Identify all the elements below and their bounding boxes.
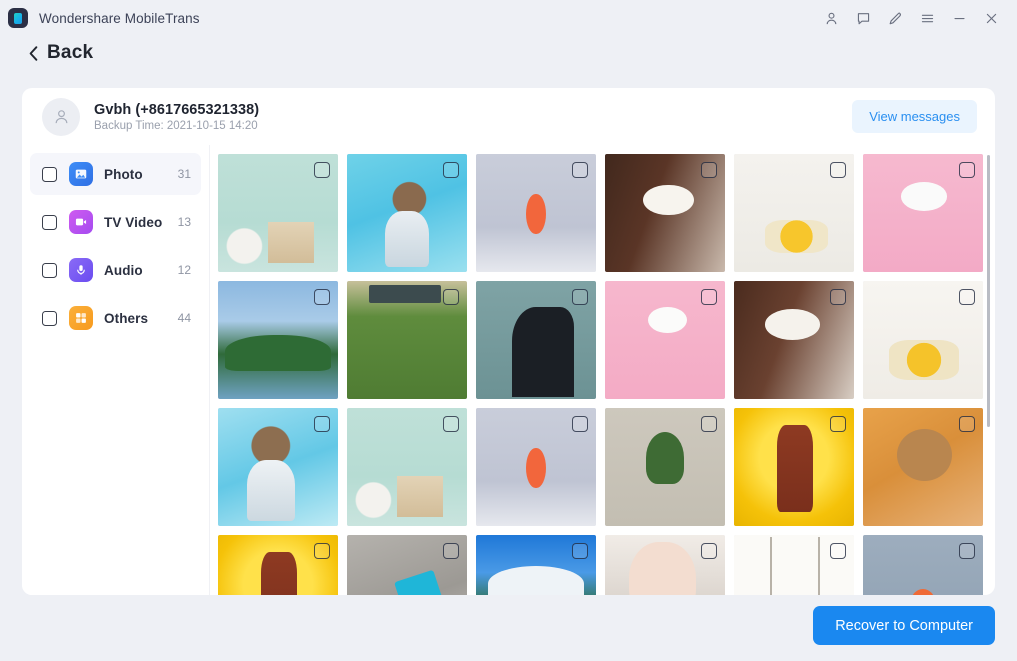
feedback-icon[interactable] [847,3,879,33]
photo-tile[interactable] [863,535,983,595]
photo-tile-checkbox[interactable] [959,162,975,178]
app-window: Wondershare MobileTrans Back Gvbh (+8617… [0,0,1017,661]
sidebar-count-others: 44 [177,311,191,325]
person-icon [55,110,67,124]
photo-tile-checkbox[interactable] [443,162,459,178]
photo-tile-checkbox[interactable] [314,289,330,305]
photo-tile-checkbox[interactable] [443,543,459,559]
recover-to-computer-button[interactable]: Recover to Computer [813,606,995,645]
title-bar-actions [815,3,1007,33]
photo-tile[interactable] [476,535,596,595]
photo-tile[interactable] [476,154,596,272]
sidebar-count-audio: 12 [177,263,191,277]
wondershare-logo-icon [8,8,28,28]
footer-bar: Recover to Computer [0,595,1017,661]
sidebar-checkbox-others[interactable] [42,310,57,326]
photo-tile[interactable] [347,535,467,595]
photo-tile-checkbox[interactable] [959,543,975,559]
content-card: Gvbh (+8617665321338) Backup Time: 2021-… [22,88,995,595]
photo-tile[interactable] [734,535,854,595]
photo-grid-scroll-area[interactable] [210,145,995,595]
photo-tile[interactable] [734,154,854,272]
photo-tile[interactable] [734,281,854,399]
photo-tile[interactable] [863,281,983,399]
contact-header: Gvbh (+8617665321338) Backup Time: 2021-… [22,88,995,145]
photo-tile-checkbox[interactable] [314,543,330,559]
sidebar-item-photo[interactable]: Photo 31 [30,153,201,195]
photo-tile[interactable] [347,281,467,399]
photo-tile[interactable] [863,408,983,526]
photo-tile[interactable] [734,408,854,526]
others-icon [69,306,93,330]
sidebar-checkbox-audio[interactable] [42,262,57,278]
photo-tile-checkbox[interactable] [701,289,717,305]
photo-tile-checkbox[interactable] [572,162,588,178]
minimize-icon[interactable] [943,3,975,33]
photo-tile-checkbox[interactable] [572,289,588,305]
category-sidebar: Photo 31 TV Video 13 Audio 12 Others 44 [22,145,210,595]
sidebar-item-tv-video[interactable]: TV Video 13 [30,201,201,243]
card-body: Photo 31 TV Video 13 Audio 12 Others 44 [22,145,995,595]
sidebar-label-audio: Audio [104,262,143,278]
photo-tile-checkbox[interactable] [314,416,330,432]
chevron-left-icon [29,45,38,61]
grid-scrollbar-thumb[interactable] [987,155,990,427]
photo-tile[interactable] [605,535,725,595]
photo-tile[interactable] [218,408,338,526]
photo-tile[interactable] [218,281,338,399]
photo-tile[interactable] [218,535,338,595]
app-title: Wondershare MobileTrans [39,10,200,26]
photo-tile[interactable] [476,281,596,399]
sidebar-item-others[interactable]: Others 44 [30,297,201,339]
photo-tile[interactable] [218,154,338,272]
back-button[interactable]: Back [28,42,93,64]
sidebar-label-others: Others [104,310,149,326]
contact-info: Gvbh (+8617665321338) Backup Time: 2021-… [94,102,259,132]
sidebar-checkbox-tv-video[interactable] [42,214,57,230]
edit-icon[interactable] [879,3,911,33]
audio-icon [69,258,93,282]
close-icon[interactable] [975,3,1007,33]
photo-tile-checkbox[interactable] [572,416,588,432]
photo-tile-checkbox[interactable] [830,543,846,559]
photo-tile-checkbox[interactable] [959,416,975,432]
sidebar-label-tv-video: TV Video [104,214,163,230]
back-row: Back [0,36,1017,70]
photo-tile[interactable] [605,154,725,272]
photo-tile[interactable] [476,408,596,526]
photo-tile-checkbox[interactable] [314,162,330,178]
contact-name: Gvbh (+8617665321338) [94,101,260,118]
photo-tile[interactable] [863,154,983,272]
sidebar-label-photo: Photo [104,166,143,182]
video-icon [69,210,93,234]
menu-icon[interactable] [911,3,943,33]
grid-scrollbar[interactable] [987,155,990,587]
photo-icon [69,162,93,186]
photo-tile-checkbox[interactable] [830,162,846,178]
back-label: Back [47,42,94,63]
photo-tile-checkbox[interactable] [701,162,717,178]
avatar [42,97,80,136]
photo-tile-checkbox[interactable] [443,416,459,432]
photo-tile-checkbox[interactable] [959,289,975,305]
sidebar-checkbox-photo[interactable] [42,166,57,182]
photo-tile-checkbox[interactable] [701,416,717,432]
photo-tile-checkbox[interactable] [443,289,459,305]
photo-tile-checkbox[interactable] [830,416,846,432]
photo-tile[interactable] [347,408,467,526]
sidebar-item-audio[interactable]: Audio 12 [30,249,201,291]
account-icon[interactable] [815,3,847,33]
photo-tile[interactable] [347,154,467,272]
sidebar-count-tv-video: 13 [177,215,191,229]
photo-grid [218,154,983,595]
photo-tile[interactable] [605,281,725,399]
photo-tile-checkbox[interactable] [572,543,588,559]
sidebar-count-photo: 31 [177,167,191,181]
view-messages-button[interactable]: View messages [852,100,977,133]
photo-tile[interactable] [605,408,725,526]
photo-tile-checkbox[interactable] [701,543,717,559]
title-bar: Wondershare MobileTrans [0,0,1017,36]
photo-tile-checkbox[interactable] [830,289,846,305]
backup-time: Backup Time: 2021-10-15 14:20 [94,119,258,132]
